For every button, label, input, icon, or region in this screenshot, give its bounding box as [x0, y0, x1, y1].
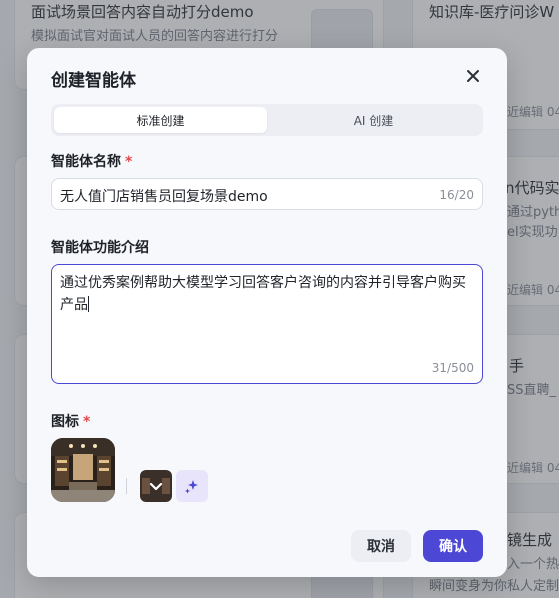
name-label-text: 智能体名称 — [51, 154, 121, 170]
create-agent-dialog: 创建智能体 标准创建 AI 创建 智能体名称 * 无人值门店销售员回复场景demo… — [27, 48, 507, 577]
agent-description-text: 通过优秀案例帮助大模型学习回答客户咨询的内容并引导客户购买产品 — [60, 275, 466, 313]
close-icon[interactable] — [463, 66, 483, 86]
agent-description-value: 通过优秀案例帮助大模型学习回答客户咨询的内容并引导客户购买产品 — [60, 272, 472, 316]
ai-generate-icon-button[interactable] — [176, 470, 208, 502]
cancel-button[interactable]: 取消 — [351, 530, 411, 562]
create-mode-tabs: 标准创建 AI 创建 — [51, 104, 483, 136]
agent-name-input[interactable]: 无人值门店销售员回复场景demo 16/20 — [51, 178, 483, 210]
icon-label-text: 图标 — [51, 414, 79, 430]
tab-ai-create[interactable]: AI 创建 — [267, 107, 480, 133]
tab-standard-create[interactable]: 标准创建 — [54, 107, 267, 133]
name-label: 智能体名称 * — [51, 151, 132, 171]
icon-divider — [126, 478, 127, 494]
text-caret — [88, 296, 89, 312]
agent-avatar-image[interactable] — [51, 438, 115, 502]
selected-icon-dropdown[interactable] — [140, 470, 172, 502]
icon-label: 图标 * — [51, 411, 90, 431]
name-char-count: 16/20 — [439, 188, 474, 202]
dialog-title: 创建智能体 — [51, 71, 136, 91]
agent-description-textarea[interactable]: 通过优秀案例帮助大模型学习回答客户咨询的内容并引导客户购买产品 31/500 — [51, 264, 483, 384]
description-char-count: 31/500 — [431, 361, 474, 375]
store-image-icon — [51, 438, 115, 502]
description-label: 智能体功能介绍 — [51, 240, 149, 256]
chevron-down-icon — [140, 470, 172, 502]
sparkle-icon — [185, 480, 198, 494]
required-mark: * — [125, 154, 133, 170]
required-mark: * — [83, 414, 91, 430]
confirm-button[interactable]: 确认 — [423, 530, 483, 562]
agent-name-value: 无人值门店销售员回复场景demo — [60, 189, 268, 205]
